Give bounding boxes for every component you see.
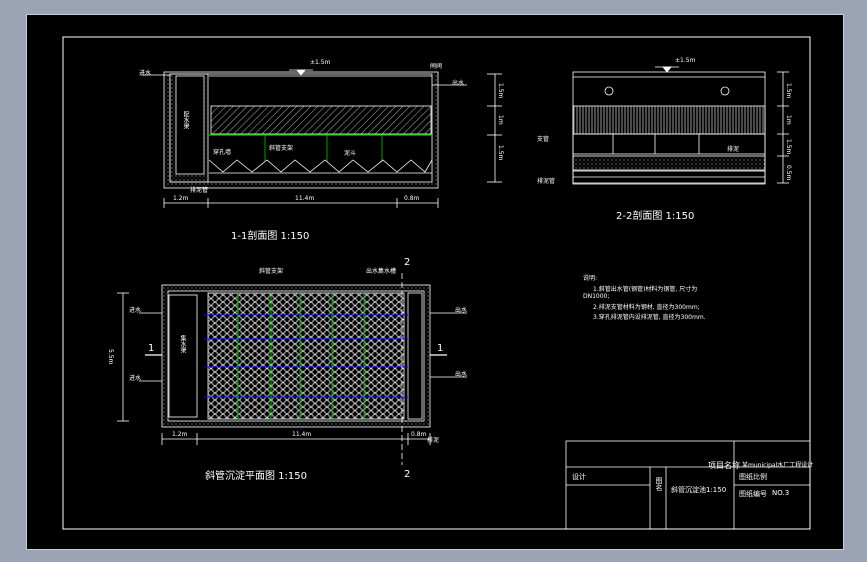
s2-base <box>572 155 766 171</box>
plan-top-label-b: 出水集水槽 <box>366 268 397 275</box>
inclined-tubes <box>210 105 432 135</box>
tb-project-label: 项目名称 <box>708 461 740 470</box>
s1-sludge-label: 排泥管 <box>190 187 209 194</box>
s1-dim-right-1: 1.5m <box>497 83 504 99</box>
tb-design-label: 设计 <box>572 473 586 481</box>
s2-pipe-left <box>604 86 614 96</box>
s1-valve-label: 闸阀 <box>430 63 443 70</box>
section-2-2 <box>572 66 789 185</box>
s1-outlet-label: 出水 <box>452 80 465 87</box>
plan-sludge-label: 排泥 <box>427 437 440 444</box>
tb-drawing-name: 斜管沉淀池1:150 <box>671 486 727 494</box>
s1-dim-right-3: 1.5m <box>497 145 504 161</box>
plan-dim-bottom-2: 11.4m <box>292 431 312 438</box>
notes-line-1: 1.斜管出水管(钢管)材料为钢管, 尺寸为 <box>593 286 698 293</box>
plan-outlet-2-label: 出水 <box>455 371 468 378</box>
s2-right-label: 排泥 <box>727 146 740 153</box>
s1-dim-bottom-2: 11.4m <box>295 195 315 202</box>
s2-dim-right-2: 1m <box>785 115 792 125</box>
plan-inlet-1-label: 进水 <box>129 307 142 314</box>
plan-outlet-channel <box>407 292 423 420</box>
s2-pipe-right <box>720 86 730 96</box>
s1-perf-wall-label: 穿孔墙 <box>213 149 232 156</box>
plan-outlet-1-label: 出水 <box>455 307 468 314</box>
s1-tube-label: 斜管支架 <box>269 145 294 152</box>
tb-number-value: NO.3 <box>772 489 790 497</box>
s2-dim-right-3: 1.5m <box>785 139 792 155</box>
tb-scale-label: 图纸比例 <box>739 473 767 481</box>
plan-inlet-2-label: 进水 <box>129 375 142 382</box>
tb-drawing-name-label: 图名 <box>655 477 663 491</box>
s1-hopper-label: 泥斗 <box>344 150 357 157</box>
notes-line-3: 2.排泥支管材料为钢材, 直径为300mm; <box>593 304 700 311</box>
s1-dim-bottom-1: 1.2m <box>173 195 189 202</box>
plan-top-label-a: 斜管支架 <box>259 268 284 275</box>
plan-marker-2-bottom: 2 <box>404 469 411 480</box>
plan-marker-1-right: 1 <box>437 343 444 354</box>
s1-water-level: ±1.5m <box>310 59 331 66</box>
s2-left-label: 支管 <box>537 136 550 143</box>
notes-line-4: 3.穿孔排泥管内设排泥管, 直径为300mm. <box>593 314 706 321</box>
plan-channel-label: 集水渠 <box>179 335 186 353</box>
plan-tube-field <box>207 292 405 420</box>
plan-channel <box>168 294 198 418</box>
notes-title: 说明: <box>583 275 598 282</box>
tb-project-value: 某municipal水厂工程设计 <box>742 462 814 469</box>
plan-dim-left: 5.5m <box>107 349 114 365</box>
s2-dim-right-4: 0.5m <box>785 165 792 181</box>
plan-marker-2-top: 2 <box>404 257 411 268</box>
s2-water-level: ±1.5m <box>675 57 696 64</box>
section-2-2-title: 2-2剖面图 1:150 <box>616 211 695 222</box>
s1-dim-bottom-3: 0.8m <box>404 195 420 202</box>
plan-marker-1-left: 1 <box>148 343 155 354</box>
s2-dim-right-1: 1.5m <box>785 83 792 99</box>
plan-dim-bottom-3: 0.8m <box>411 431 427 438</box>
s2-tube-zone <box>572 105 766 135</box>
plan-title: 斜管沉淀平面图 1:150 <box>205 471 307 482</box>
s1-dim-right-2: 1m <box>497 115 504 125</box>
notes-line-2: DN1000; <box>583 293 610 300</box>
plan-dim-bottom-1: 1.2m <box>172 431 188 438</box>
s1-inlet-label: 进水 <box>139 70 152 77</box>
s2-bottom-label: 排泥管 <box>537 178 556 185</box>
drawing-viewport: 1-1剖面图 1:150 ±1.5m 进水 闸阀 出水 配水渠 穿孔墙 斜管支架… <box>26 14 844 550</box>
s1-channel-label: 配水渠 <box>182 111 189 129</box>
tb-number-label: 图纸编号 <box>739 490 767 498</box>
section-1-1-title: 1-1剖面图 1:150 <box>231 231 310 242</box>
